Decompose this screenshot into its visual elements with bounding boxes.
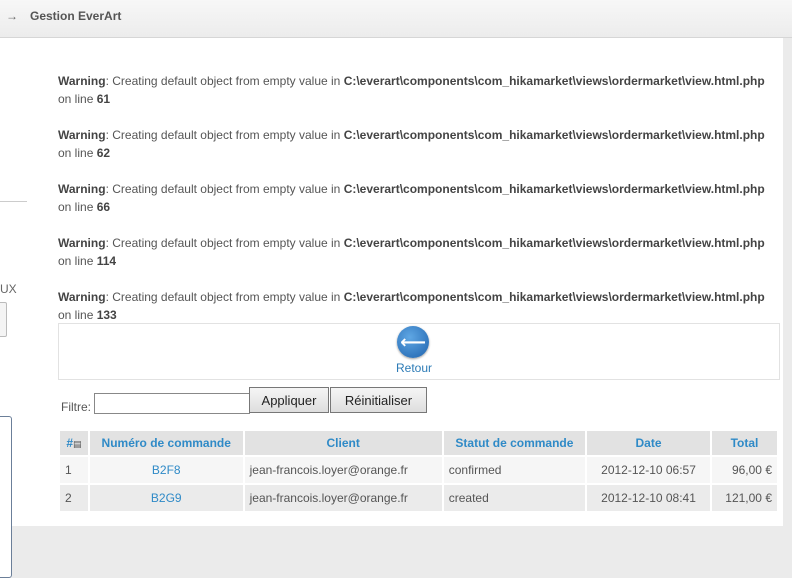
warning-label: Warning — [58, 128, 106, 142]
back-link[interactable]: Retour — [384, 361, 444, 375]
top-bar: → Gestion EverArt — [0, 0, 792, 38]
column-header-order-number[interactable]: Numéro de commande — [89, 431, 243, 455]
warning-on-line: on line — [58, 92, 97, 106]
sidebar-panel-edge — [0, 416, 12, 578]
warning-line-number: 62 — [96, 146, 111, 160]
order-number-link[interactable]: B2F8 — [89, 457, 243, 483]
reset-button[interactable]: Réinitialiser — [330, 387, 427, 413]
warning-on-line: on line — [58, 200, 97, 214]
table-row: 2 B2G9 jean-francois.loyer@orange.fr cre… — [60, 485, 777, 511]
column-header-number[interactable]: #▤ — [60, 431, 88, 455]
filter-label: Filtre: — [61, 400, 91, 414]
warning-text: : Creating default object from empty val… — [105, 290, 344, 304]
warning-on-line: on line — [58, 308, 97, 322]
order-status: confirmed — [443, 457, 586, 483]
column-header-total[interactable]: Total — [711, 431, 777, 455]
warning-message: Warning: Creating default object from em… — [58, 126, 778, 162]
warning-text: : Creating default object from empty val… — [105, 182, 344, 196]
warning-path: C:\everart\components\com_hikamarket\vie… — [343, 290, 765, 304]
order-date: 2012-12-10 06:57 — [587, 457, 710, 483]
back-arrow-icon[interactable]: ⟵ — [397, 326, 429, 358]
order-date: 2012-12-10 08:41 — [587, 485, 710, 511]
warning-label: Warning — [58, 290, 106, 304]
warning-label: Warning — [58, 182, 106, 196]
sidebar-divider — [0, 201, 27, 202]
order-number-link[interactable]: B2G9 — [89, 485, 243, 511]
order-total: 121,00 € — [711, 485, 777, 511]
sidebar-button-edge[interactable] — [0, 302, 7, 337]
warning-label: Warning — [58, 74, 106, 88]
warning-path: C:\everart\components\com_hikamarket\vie… — [343, 74, 765, 88]
warning-line-number: 61 — [96, 92, 111, 106]
warning-on-line: on line — [58, 254, 97, 268]
warning-path: C:\everart\components\com_hikamarket\vie… — [343, 236, 765, 250]
apply-button[interactable]: Appliquer — [249, 387, 329, 413]
order-total: 96,00 € — [711, 457, 777, 483]
warning-message: Warning: Creating default object from em… — [58, 180, 778, 216]
warning-on-line: on line — [58, 146, 97, 160]
column-header-status[interactable]: Statut de commande — [443, 431, 586, 455]
warning-label: Warning — [58, 236, 106, 250]
filter-input[interactable] — [94, 393, 250, 414]
warning-line-number: 133 — [96, 308, 117, 322]
warning-text: : Creating default object from empty val… — [105, 128, 344, 142]
sidebar-text-fragment: UX — [0, 282, 17, 296]
main-content: Warning: Creating default object from em… — [40, 38, 783, 526]
column-header-date[interactable]: Date — [587, 431, 710, 455]
row-number: 1 — [60, 457, 88, 483]
warning-path: C:\everart\components\com_hikamarket\vie… — [343, 128, 765, 142]
sidebar: UX — [0, 38, 40, 578]
client-email: jean-francois.loyer@orange.fr — [244, 485, 442, 511]
warning-text: : Creating default object from empty val… — [105, 74, 344, 88]
arrow-right-icon: → — [6, 9, 18, 23]
warning-text: : Creating default object from empty val… — [105, 236, 344, 250]
back-toolbar: ⟵ Retour — [58, 323, 780, 380]
order-status: created — [443, 485, 586, 511]
sort-icon[interactable]: ▤ — [73, 439, 82, 449]
row-number: 2 — [60, 485, 88, 511]
warning-line-number: 66 — [96, 200, 111, 214]
warning-path: C:\everart\components\com_hikamarket\vie… — [343, 182, 765, 196]
table-header-row: #▤ Numéro de commande Client Statut de c… — [60, 431, 777, 455]
warning-message: Warning: Creating default object from em… — [58, 288, 778, 324]
orders-table: #▤ Numéro de commande Client Statut de c… — [58, 429, 779, 513]
column-header-client[interactable]: Client — [244, 431, 442, 455]
warning-line-number: 114 — [96, 254, 117, 268]
warning-message: Warning: Creating default object from em… — [58, 234, 778, 270]
page-title: Gestion EverArt — [30, 9, 122, 23]
table-row: 1 B2F8 jean-francois.loyer@orange.fr con… — [60, 457, 777, 483]
client-email: jean-francois.loyer@orange.fr — [244, 457, 442, 483]
warning-message: Warning: Creating default object from em… — [58, 72, 778, 108]
